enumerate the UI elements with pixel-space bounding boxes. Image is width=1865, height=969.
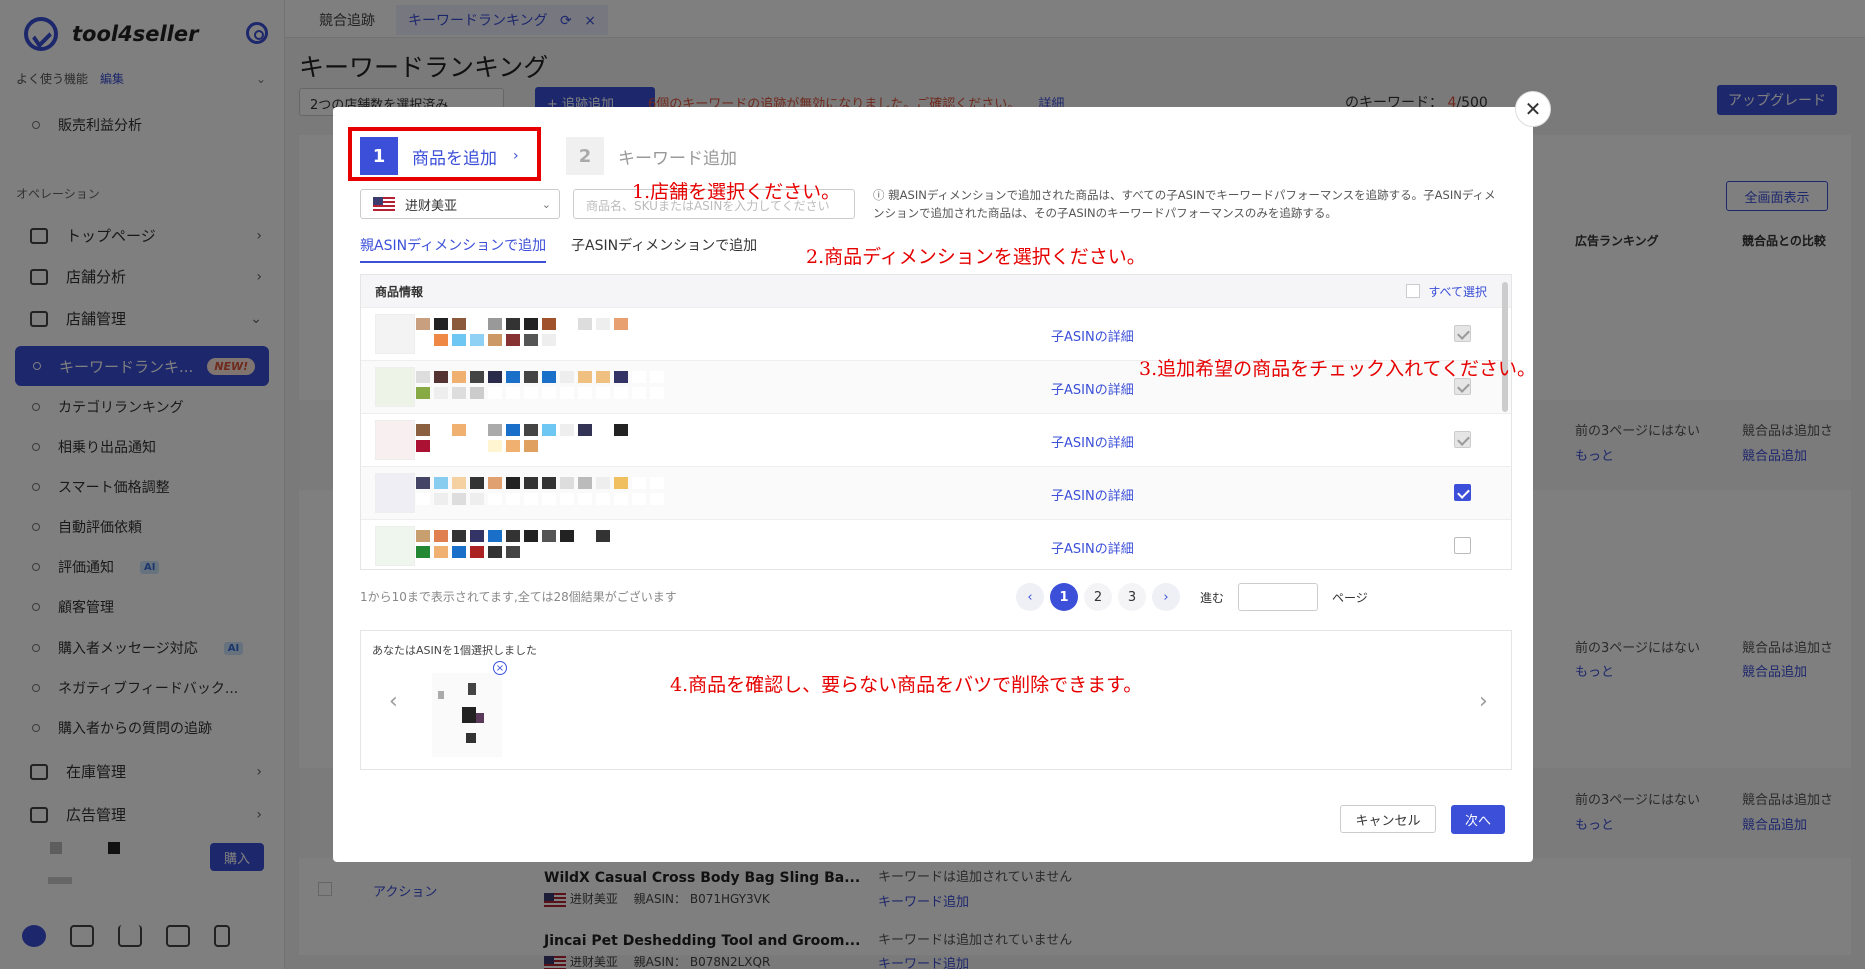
goto-label: 進む — [1200, 590, 1225, 605]
select-all[interactable]: すべて選択 — [1406, 283, 1487, 300]
remove-product-icon[interactable]: × — [493, 661, 507, 675]
page-button[interactable]: 2 — [1084, 583, 1112, 611]
chevron-left-icon[interactable]: ‹ — [389, 689, 398, 714]
step-2: 2 キーワード追加 — [566, 137, 737, 175]
step-2-label: キーワード追加 — [618, 148, 737, 169]
annotation-step-4: 4.商品を確認し、要らない商品をバツで削除できます。 — [670, 674, 1143, 696]
child-asin-details-link[interactable]: 子ASINの詳細 — [1051, 538, 1134, 557]
info-text: 親ASINディメンションで追加された商品は、すべての子ASINでキーワードパフォ… — [873, 188, 1496, 220]
chevron-down-icon: ⌄ — [541, 197, 551, 211]
child-asin-details-link[interactable]: 子ASINの詳細 — [1051, 432, 1134, 451]
col-product-info: 商品情報 — [375, 284, 424, 299]
prev-page-button[interactable]: ‹ — [1016, 583, 1044, 611]
annotation-highlight-box — [348, 127, 541, 181]
product-thumbnail — [375, 420, 415, 460]
annotation-step-2: 2.商品ディメンションを選択ください。 — [806, 246, 1146, 268]
pixelated-product-info — [416, 424, 664, 452]
table-row: 子ASINの詳細 — [361, 307, 1511, 360]
row-checkbox[interactable] — [1454, 537, 1471, 554]
pixelated-product-info — [416, 477, 664, 505]
child-asin-details-link[interactable]: 子ASINの詳細 — [1051, 326, 1134, 345]
next-page-button[interactable]: › — [1152, 583, 1180, 611]
page-button[interactable]: 1 — [1050, 583, 1078, 611]
cancel-button[interactable]: キャンセル — [1340, 805, 1436, 833]
pixelated-product-info — [416, 371, 664, 399]
child-asin-details-link[interactable]: 子ASINの詳細 — [1051, 379, 1134, 398]
pixelated-product-info — [416, 318, 664, 346]
product-thumbnail — [375, 367, 415, 407]
product-table: 商品情報 すべて選択 子ASINの詳細 子ASINの詳細 子ASINの詳細 子A… — [360, 274, 1512, 570]
chevron-right-icon[interactable]: › — [1479, 689, 1488, 714]
table-header: 商品情報 すべて選択 — [361, 275, 1511, 307]
product-thumbnail — [375, 314, 415, 354]
annotation-step-1: 1.店舗を選択ください。 — [632, 181, 841, 203]
selected-products-panel: あなたはASINを1個選択しました ‹ × › — [360, 630, 1512, 770]
row-checkbox — [1454, 431, 1471, 448]
row-checkbox — [1454, 325, 1471, 342]
table-row: 子ASINの詳細 — [361, 466, 1511, 519]
annotation-step-3: 3.追加希望の商品をチェック入れてください。 — [1139, 358, 1536, 380]
info-icon: ⓘ — [873, 188, 889, 202]
store-select[interactable]: 进财美亚 ⌄ — [360, 189, 560, 219]
selected-count-text: あなたはASINを1個選択しました — [372, 644, 537, 657]
dimension-info-text: ⓘ 親ASINディメンションで追加された商品は、すべての子ASINでキーワードパ… — [873, 186, 1503, 222]
pagination-info: 1から10まで表示されてます,全ては28個結果がございます — [360, 590, 677, 604]
close-modal-button[interactable]: ✕ — [1515, 91, 1551, 127]
table-scrollbar[interactable] — [1502, 282, 1508, 412]
tab-child-asin[interactable]: 子ASINディメンションで追加 — [571, 235, 757, 255]
product-thumbnail — [375, 473, 415, 513]
goto-page-input[interactable] — [1238, 583, 1319, 611]
child-asin-details-link[interactable]: 子ASINの詳細 — [1051, 485, 1134, 504]
table-row: 子ASINの詳細 — [361, 413, 1511, 466]
us-flag-icon — [373, 197, 395, 211]
row-checkbox[interactable] — [1454, 484, 1471, 501]
pagination: ‹ 1 2 3 › 進む ページ — [1016, 583, 1368, 611]
page-button[interactable]: 3 — [1118, 583, 1146, 611]
add-product-modal: 1 商品を追加 › 2 キーワード追加 进财美亚 ⌄ 商品名、SKUまたはASI… — [333, 107, 1533, 862]
pixelated-product-info — [416, 530, 664, 558]
page-label: ページ — [1332, 590, 1368, 605]
table-row: 子ASINの詳細 — [361, 519, 1511, 569]
selected-product-thumbnail — [432, 673, 502, 757]
store-select-value: 进财美亚 — [405, 198, 458, 214]
step-2-number: 2 — [566, 137, 604, 175]
product-thumbnail — [375, 526, 415, 566]
select-all-checkbox[interactable] — [1406, 284, 1421, 298]
next-button[interactable]: 次へ — [1451, 805, 1505, 834]
tab-parent-asin[interactable]: 親ASINディメンションで追加 — [360, 235, 547, 263]
select-all-label: すべて選択 — [1428, 284, 1487, 299]
